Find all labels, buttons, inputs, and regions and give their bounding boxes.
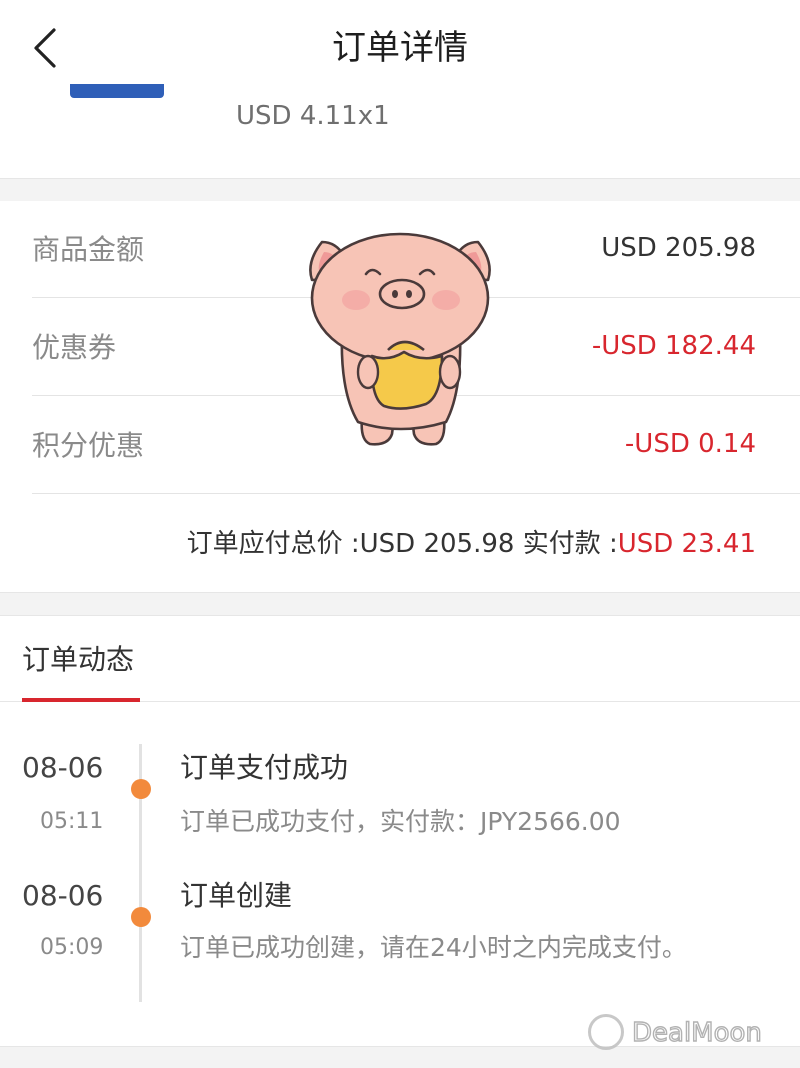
paid-value: USD 23.41 [617, 529, 756, 559]
points-discount-value: -USD 0.14 [624, 429, 756, 459]
event-date: 08-06 [22, 751, 104, 784]
coupon-label: 优惠券 [32, 331, 117, 364]
tab-active-indicator [22, 698, 140, 702]
event-description: 订单已成功支付，实付款：JPY2566.00 [180, 807, 621, 836]
coupon-value: -USD 182.44 [591, 331, 756, 361]
product-price-quantity: USD 4.11x1 [236, 101, 390, 131]
goods-amount-label: 商品金额 [32, 233, 145, 266]
event-title: 订单创建 [180, 879, 293, 912]
event-date: 08-06 [22, 879, 104, 912]
event-time: 05:11 [40, 809, 104, 834]
dealmoon-watermark: DealMoon [588, 1014, 788, 1054]
event-time: 05:09 [40, 935, 104, 960]
watermark-text: DealMoon [631, 1017, 762, 1048]
total-value: USD 205.98 [359, 529, 515, 559]
dealmoon-logo-icon [588, 1014, 624, 1050]
product-thumbnail[interactable] [70, 84, 164, 100]
points-discount-label: 积分优惠 [32, 429, 145, 462]
goods-amount-value: USD 205.98 [601, 233, 756, 263]
paid-label: 实付款 : [522, 529, 618, 559]
top-nav-bar: 订单详情 [0, 0, 800, 96]
order-total-line: 订单应付总价 :USD 205.98 实付款 :USD 23.41 [187, 524, 756, 564]
event-title: 订单支付成功 [180, 751, 349, 784]
section-separator [0, 178, 800, 201]
event-description: 订单已成功创建，请在24小时之内完成支付。 [180, 933, 687, 962]
page-title: 订单详情 [332, 28, 468, 68]
tab-order-status[interactable]: 订单动态 [22, 640, 134, 680]
timeline-dot [131, 907, 151, 927]
section-separator [0, 592, 800, 616]
timeline-dot [131, 779, 151, 799]
total-label: 订单应付总价 : [186, 529, 360, 559]
pig-holding-gold-sticker [309, 232, 491, 446]
row-divider [32, 493, 800, 494]
